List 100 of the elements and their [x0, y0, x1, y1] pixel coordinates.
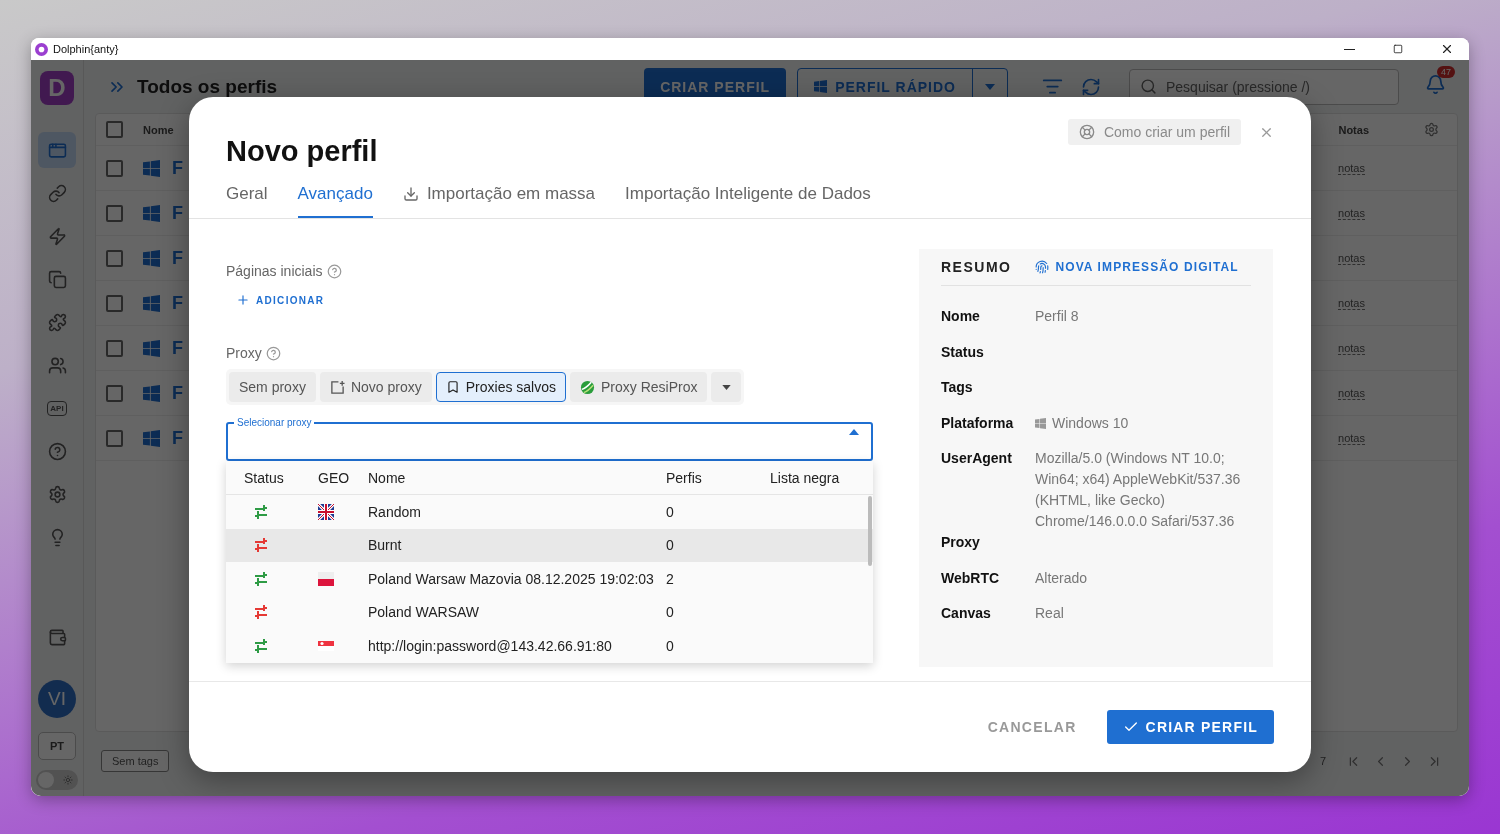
profile-name: F — [172, 247, 183, 269]
select-all-checkbox[interactable] — [106, 121, 123, 138]
help-icon[interactable] — [326, 263, 342, 279]
tab[interactable]: Importação Inteligente de Dados — [625, 180, 871, 218]
column-header: Perfis — [666, 469, 703, 486]
sidebar-item[interactable] — [38, 132, 76, 168]
profile-name: F — [172, 382, 183, 404]
summary-value: Alterado — [1035, 568, 1089, 588]
bookmark-icon — [445, 380, 460, 394]
row-checkbox[interactable] — [106, 204, 123, 222]
profile-count: 0 — [666, 503, 675, 520]
create-profile-button[interactable]: CRIAR PERFIL — [1106, 710, 1274, 744]
settings-icon[interactable] — [1424, 122, 1439, 137]
proxy-name: Poland Warsaw Mazovia 08.12.2025 19:02:03 — [368, 570, 655, 587]
proxy-option-button[interactable]: Sem proxy — [229, 372, 316, 402]
windows-icon — [814, 80, 828, 93]
proxy-name: Burnt — [368, 537, 403, 554]
row-checkbox[interactable] — [106, 159, 123, 177]
caret-icon — [985, 83, 995, 90]
user-avatar[interactable]: VI — [38, 680, 76, 718]
notes-link[interactable]: notas — [1338, 251, 1365, 265]
notes-link[interactable]: notas — [1338, 161, 1365, 175]
add-button[interactable]: ADICIONAR — [232, 289, 329, 311]
caret-icon — [849, 429, 859, 435]
api-label: API — [47, 400, 67, 416]
summary-label: Nome — [941, 307, 981, 326]
proxy-row[interactable]: http://login:password@143.42.66.91:80 0 — [226, 629, 873, 663]
proxy-select[interactable]: Selecionar proxy — [226, 417, 873, 461]
tab[interactable]: Avançado — [297, 180, 373, 218]
profile-count: 0 — [666, 637, 675, 654]
notes-link[interactable]: notas — [1338, 341, 1365, 355]
puzzle-icon — [47, 312, 67, 332]
sun-icon — [63, 775, 73, 785]
proxy-option-button[interactable]: Proxies salvos — [435, 372, 566, 402]
row-checkbox[interactable] — [106, 294, 123, 312]
lightning-icon — [47, 226, 67, 246]
proxy-option-button[interactable]: Novo proxy — [319, 372, 432, 402]
resiprox-logo-icon — [580, 379, 595, 395]
new-fingerprint-button[interactable]: NOVA IMPRESSÃO DIGITAL — [1035, 260, 1239, 274]
tab[interactable]: Importação em massa — [402, 180, 596, 218]
windows-icon — [1035, 417, 1046, 429]
sidebar-item[interactable]: API — [38, 390, 76, 426]
plus-icon — [236, 293, 250, 307]
summary-title: RESUMO — [941, 259, 1012, 275]
lifebuoy-icon — [1078, 124, 1095, 140]
summary-label: Tags — [941, 378, 974, 397]
users-icon — [47, 355, 67, 375]
minimize-icon — [1343, 48, 1355, 50]
column-header: Notas — [1338, 123, 1369, 136]
proxy-row[interactable]: Random 0 — [226, 495, 873, 529]
bell-icon[interactable] — [1425, 74, 1446, 95]
row-checkbox[interactable] — [106, 249, 123, 267]
caret-icon — [721, 384, 731, 390]
language-button[interactable]: PT — [38, 732, 76, 760]
help-button[interactable]: Como criar um perfil — [1067, 119, 1241, 145]
field-label: Proxy — [226, 345, 262, 361]
tab[interactable]: Geral — [226, 180, 268, 218]
profile-name: F — [172, 427, 183, 449]
row-checkbox[interactable] — [106, 339, 123, 357]
windows-icon — [143, 159, 160, 177]
notes-link[interactable]: notas — [1338, 296, 1365, 310]
field-label: Páginas iniciais — [226, 263, 323, 279]
window-title: Dolphin{anty} — [53, 43, 120, 55]
notification-badge: 47 — [1437, 66, 1455, 78]
close-icon — [1440, 42, 1454, 56]
cancel-button[interactable]: CANCELAR — [979, 711, 1085, 743]
window-icon — [47, 140, 67, 160]
help-icon[interactable] — [265, 345, 281, 361]
notes-link[interactable]: notas — [1338, 431, 1365, 445]
notes-link[interactable]: notas — [1338, 386, 1365, 400]
fingerprint-icon — [1035, 260, 1050, 274]
refresh-icon — [1081, 76, 1101, 97]
proxy-name: Random — [368, 503, 422, 520]
search-icon — [1140, 77, 1157, 95]
theme-toggle[interactable] — [36, 770, 78, 790]
column-header: Nome — [368, 469, 407, 486]
windows-icon — [143, 204, 160, 222]
row-checkbox[interactable] — [106, 429, 123, 447]
proxy-name: Poland WARSAW — [368, 604, 480, 621]
page-info: 7 — [1319, 755, 1326, 767]
wallet-icon — [47, 627, 67, 647]
profile-count: 0 — [666, 604, 675, 621]
link-icon — [47, 183, 67, 203]
profile-count: 2 — [666, 570, 675, 587]
tags-button[interactable]: Sem tags — [101, 750, 170, 772]
proxy-row[interactable]: Poland Warsaw Mazovia 08.12.2025 19:02:03 2 — [226, 562, 873, 596]
profile-count: 0 — [666, 537, 675, 554]
profile-name: F — [172, 202, 183, 224]
add-square-icon — [329, 379, 345, 395]
notes-link[interactable]: notas — [1338, 206, 1365, 220]
column-header: Lista negra — [770, 469, 841, 486]
proxy-row[interactable]: Burnt 0 — [226, 528, 873, 562]
summary-label: UserAgent — [941, 449, 1013, 468]
proxy-row[interactable]: Poland WARSAW 0 — [226, 595, 873, 629]
row-checkbox[interactable] — [106, 384, 123, 402]
windows-icon — [143, 429, 160, 447]
summary-value: Windows 10 — [1052, 413, 1130, 433]
app-logo[interactable]: D — [40, 71, 74, 105]
summary-label: Plataforma — [941, 413, 1015, 433]
proxy-option-button[interactable]: Proxy ResiProx — [570, 372, 708, 402]
